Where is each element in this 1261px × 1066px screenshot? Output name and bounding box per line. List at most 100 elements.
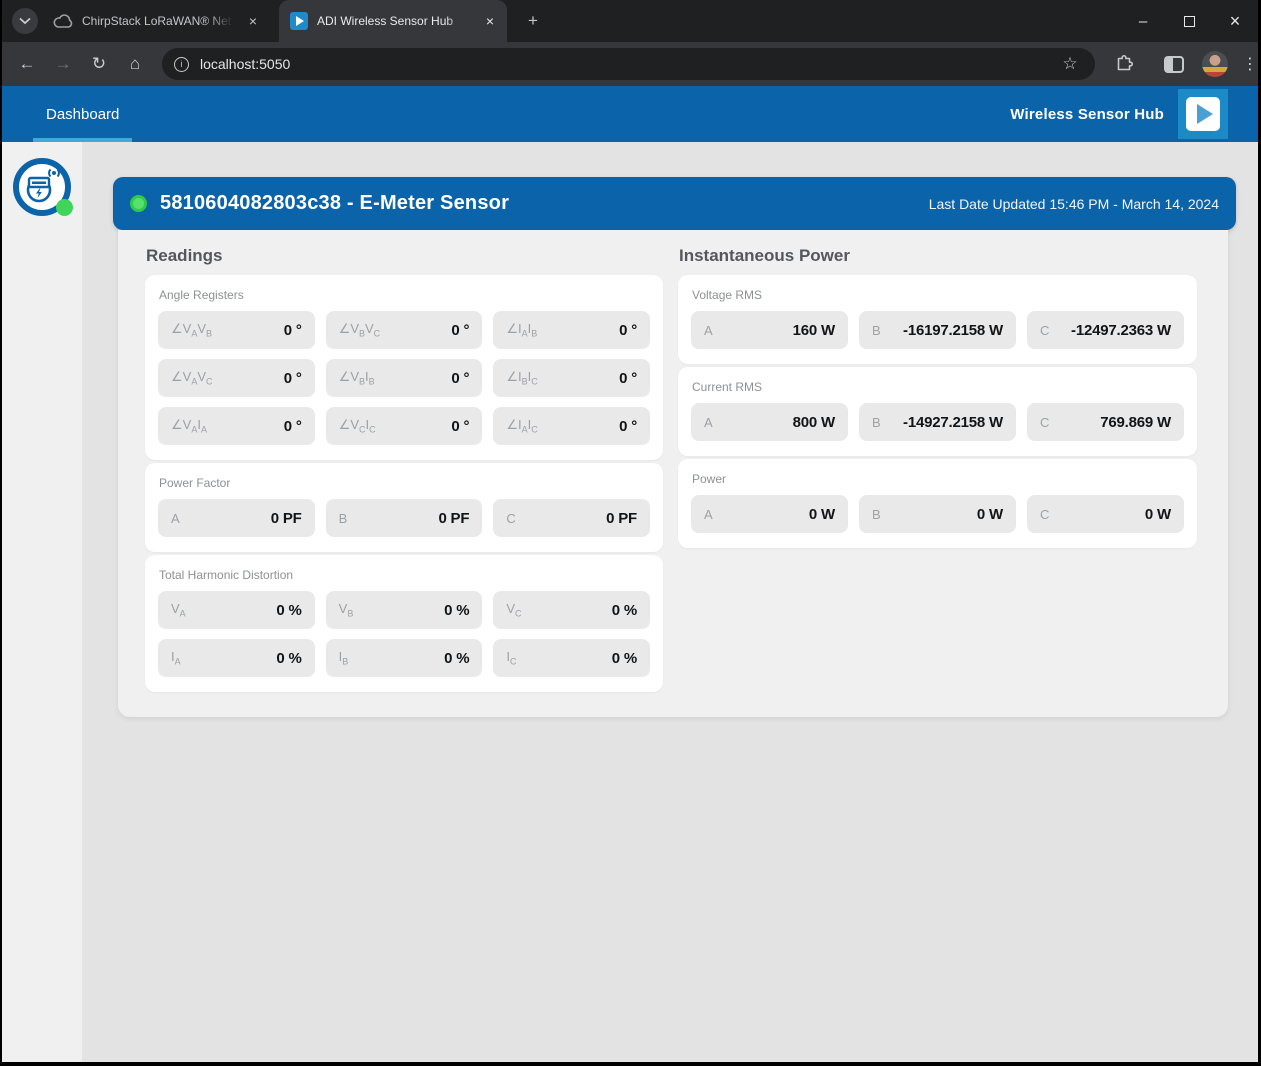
metric-pill: B-16197.2158 W: [859, 311, 1016, 349]
metric-label: C: [1040, 323, 1049, 338]
home-button[interactable]: ⌂: [122, 51, 148, 77]
new-tab-button[interactable]: +: [521, 9, 545, 33]
metric-pill: A 0 PF: [158, 499, 315, 537]
metric-label: C: [506, 511, 515, 526]
metric-pill: A 800 W: [691, 403, 848, 441]
metrics-card: Power A0 W B 0 WC0 W: [678, 459, 1197, 548]
metric-value: -12497.2363 W: [1071, 322, 1171, 339]
main-content: 5810604082803c38 - E-Meter Sensor Last D…: [82, 142, 1258, 1062]
browser-window: ChirpStack LoRaWAN® Networ × ADI Wireles…: [2, 0, 1258, 1062]
bookmark-star-icon[interactable]: ☆: [1057, 51, 1083, 77]
column-title: Readings: [146, 246, 663, 266]
metric-label: ∠VAVB: [171, 321, 212, 339]
metric-pill: IC0 %: [493, 639, 650, 677]
metric-label: ∠VCIC: [339, 417, 376, 435]
metric-value: 0 °: [284, 322, 302, 339]
navbar-spacer: [132, 86, 1010, 142]
metric-label: A: [704, 415, 713, 430]
section-label: Angle Registers: [159, 288, 650, 302]
tab-adi-wireless-sensor-hub[interactable]: ADI Wireless Sensor Hub ×: [279, 0, 507, 42]
metric-pill: A0 W: [691, 495, 848, 533]
site-info-icon[interactable]: i: [174, 57, 189, 72]
metric-pill: IA0 %: [158, 639, 315, 677]
metrics-card: Power FactorA0 PFB0 PFC0 PF: [145, 463, 663, 552]
metric-label: ∠IBIC: [506, 369, 537, 387]
reload-button[interactable]: ↻: [86, 51, 112, 77]
tab-title: ChirpStack LoRaWAN® Networ: [82, 14, 236, 28]
url-text[interactable]: localhost:5050: [200, 56, 1057, 72]
metric-pill: ∠IBIC0 °: [493, 359, 650, 397]
metric-label: VB: [339, 601, 354, 619]
minimize-button[interactable]: –: [1120, 0, 1166, 42]
browser-toolbar: ← → ↻ ⌂ i localhost:5050 ☆ ⋮: [2, 42, 1258, 86]
chevron-down-icon: [19, 17, 31, 25]
nav-tab-dashboard[interactable]: Dashboard: [33, 86, 132, 142]
metric-pill: C0 W: [1027, 495, 1184, 533]
metric-label: VA: [171, 601, 186, 619]
adi-play-icon: [1186, 97, 1220, 131]
metric-label: ∠VBVC: [339, 321, 381, 339]
metric-label: IB: [339, 649, 349, 667]
forward-button[interactable]: →: [50, 51, 76, 77]
instantaneous-power-column: Instantaneous Power Voltage RMSA160 WB-1…: [678, 246, 1197, 698]
metric-pill: ∠IAIC0 °: [493, 407, 650, 445]
sidebar: [2, 142, 82, 1062]
metrics-card: Current RMSA800 WB-14927.2158 WC769.869 …: [678, 367, 1197, 456]
metrics-card: Angle Registers∠VAVB0 °∠VBVC0 °∠IAIB0 °∠…: [145, 275, 663, 460]
metric-pill: ∠VCIC 0 °: [326, 407, 483, 445]
metric-value: -14927.2158 W: [903, 414, 1003, 431]
metric-value: 0 PF: [606, 510, 637, 527]
close-tab-icon[interactable]: ×: [481, 12, 499, 30]
metric-label: VC: [506, 601, 521, 619]
metric-pill: ∠VAIA0 °: [158, 407, 315, 445]
metric-label: B: [872, 323, 881, 338]
metric-label: ∠VAVC: [171, 369, 213, 387]
browser-menu-button[interactable]: ⋮: [1237, 51, 1261, 77]
last-updated-text: Last Date Updated 15:46 PM - March 14, 2…: [929, 196, 1219, 212]
extensions-button[interactable]: [1111, 51, 1137, 77]
adi-play-favicon: [290, 12, 308, 30]
metric-value: 0 °: [619, 418, 637, 435]
metric-pill: C 0 PF: [493, 499, 650, 537]
metric-value: 0 PF: [438, 510, 469, 527]
tab-chirpstack[interactable]: ChirpStack LoRaWAN® Networ ×: [42, 0, 270, 42]
maximize-icon: [1184, 16, 1195, 27]
section-label: Power: [692, 472, 1184, 486]
metrics-card: Total Harmonic Distortion VA0 % VB0 % VC0 %…: [145, 555, 663, 692]
metric-label: A: [171, 511, 180, 526]
cards-container: Angle Registers∠VAVB0 °∠VBVC0 °∠IAIB0 °∠…: [145, 275, 663, 692]
back-button[interactable]: ←: [14, 51, 40, 77]
device-header: 5810604082803c38 - E-Meter Sensor Last D…: [113, 177, 1236, 230]
close-window-button[interactable]: ×: [1212, 0, 1258, 42]
sidebar-device-button[interactable]: [12, 157, 72, 217]
section-label: Total Harmonic Distortion: [159, 568, 650, 582]
maximize-button[interactable]: [1166, 0, 1212, 42]
metric-pill: C769.869 W: [1027, 403, 1184, 441]
metric-label: ∠IAIB: [506, 321, 537, 339]
device-panel: Readings Angle Registers ∠VAVB 0 ° ∠VBVC 0 °…: [118, 230, 1228, 717]
metric-value: 0 W: [1145, 506, 1171, 523]
metric-value: 800 W: [793, 414, 835, 431]
metric-value: 0 PF: [271, 510, 302, 527]
window-controls: – ×: [1120, 0, 1258, 42]
metric-pill: VC0 %: [493, 591, 650, 629]
metric-label: ∠VAIA: [171, 417, 207, 435]
tab-search-button[interactable]: [12, 8, 38, 34]
metric-pill: VB0 %: [326, 591, 483, 629]
side-panel-button[interactable]: [1161, 51, 1187, 77]
metric-pill: A 160 W: [691, 311, 848, 349]
address-bar[interactable]: i localhost:5050 ☆: [162, 48, 1095, 80]
metric-label: A: [704, 323, 713, 338]
metric-pill: VA0 %: [158, 591, 315, 629]
profile-avatar[interactable]: [1202, 51, 1228, 77]
metric-value: 160 W: [793, 322, 835, 339]
metric-pill: ∠VBIB0 °: [326, 359, 483, 397]
metric-label: C: [1040, 415, 1049, 430]
metric-label: B: [872, 507, 881, 522]
metric-value: 0 °: [284, 370, 302, 387]
metric-value: 0 °: [619, 322, 637, 339]
close-tab-icon[interactable]: ×: [244, 12, 262, 30]
metric-value: 0 °: [451, 418, 469, 435]
metric-pill: ∠IAIB 0 °: [493, 311, 650, 349]
adi-logo[interactable]: [1178, 89, 1228, 139]
